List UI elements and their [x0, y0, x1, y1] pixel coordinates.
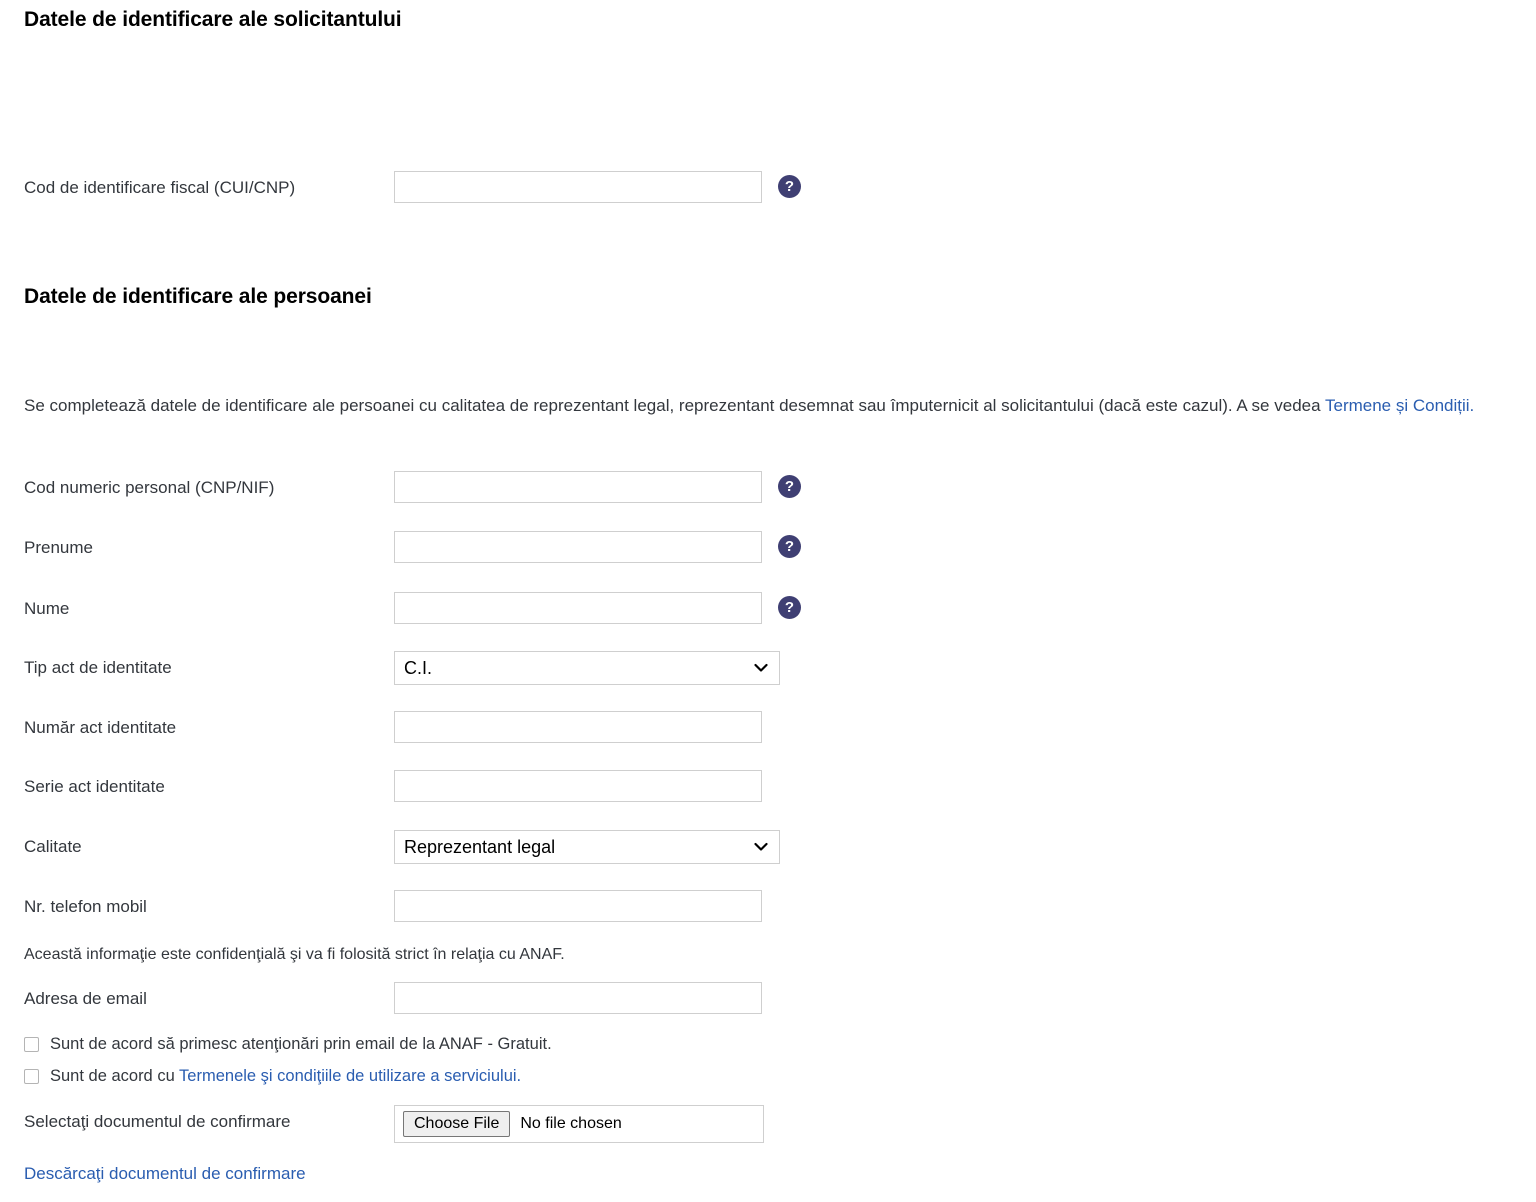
label-nume: Nume: [24, 599, 70, 618]
checkbox-terms[interactable]: [24, 1068, 39, 1084]
section-heading-person: Datele de identificare ale persoanei: [24, 285, 372, 308]
label-numar-act-identitate: Număr act identitate: [24, 718, 177, 737]
select-tip-act-identitate[interactable]: C.I.: [394, 651, 780, 685]
checkbox-label-terms: Sunt de acord cu Termenele şi condiţiile…: [50, 1067, 521, 1086]
input-prenume[interactable]: [394, 531, 762, 563]
label-cod-numeric-personal: Cod numeric personal (CNP/NIF): [24, 478, 275, 497]
choose-file-button[interactable]: Choose File: [403, 1111, 511, 1137]
select-tip-act-identitate-value: C.I.: [404, 657, 433, 678]
label-selectati-document-confirmare: Selectaţi documentul de confirmare: [24, 1112, 291, 1131]
input-nr-telefon-mobil[interactable]: [394, 890, 762, 922]
chevron-down-icon: [754, 842, 768, 851]
terms-and-conditions-link[interactable]: Termene și Condiții.: [1325, 396, 1474, 415]
select-calitate[interactable]: Reprezentant legal: [394, 830, 780, 864]
checkbox-row-email-notifications[interactable]: Sunt de acord să primesc atenţionări pri…: [24, 1033, 552, 1055]
file-status-text: No file chosen: [520, 1115, 622, 1132]
input-adresa-email[interactable]: [394, 982, 762, 1014]
label-serie-act-identitate: Serie act identitate: [24, 777, 165, 796]
terms-of-use-link[interactable]: Termenele şi condiţiile de utilizare a s…: [179, 1067, 521, 1085]
label-adresa-email: Adresa de email: [24, 989, 147, 1008]
input-cod-numeric-personal[interactable]: [394, 471, 762, 503]
input-cod-identificare-fiscal[interactable]: [394, 171, 762, 203]
input-numar-act-identitate[interactable]: [394, 711, 762, 743]
section-heading-applicant: Datele de identificare ale solicitantulu…: [24, 8, 402, 31]
chevron-down-icon: [754, 663, 768, 672]
anaf-registration-form: Datele de identificare ale solicitantulu…: [0, 0, 1536, 1202]
input-serie-act-identitate[interactable]: [394, 770, 762, 802]
file-input-document-confirmare[interactable]: Choose File No file chosen: [394, 1105, 764, 1143]
label-tip-act-identitate: Tip act de identitate: [24, 658, 172, 677]
input-nume[interactable]: [394, 592, 762, 624]
checkbox-row-terms[interactable]: Sunt de acord cu Termenele şi condiţiile…: [24, 1065, 521, 1087]
label-prenume: Prenume: [24, 538, 93, 557]
select-calitate-value: Reprezentant legal: [404, 836, 556, 857]
intro-paragraph: Se completează datele de identificare al…: [24, 392, 1534, 420]
label-cod-identificare-fiscal: Cod de identificare fiscal (CUI/CNP): [24, 178, 296, 197]
label-calitate: Calitate: [24, 837, 82, 856]
help-question-icon[interactable]: ?: [778, 535, 801, 558]
label-nr-telefon-mobil: Nr. telefon mobil: [24, 897, 147, 916]
checkbox-label-email-notifications: Sunt de acord să primesc atenţionări pri…: [50, 1034, 552, 1053]
help-question-icon[interactable]: ?: [778, 175, 801, 198]
checkbox-label-terms-prefix: Sunt de acord cu: [50, 1066, 180, 1085]
download-confirmation-document-link[interactable]: Descărcaţi documentul de confirmare: [24, 1164, 306, 1184]
intro-paragraph-text: Se completează datele de identificare al…: [24, 396, 1325, 415]
checkbox-email-notifications[interactable]: [24, 1036, 39, 1052]
help-question-icon[interactable]: ?: [778, 596, 801, 619]
help-question-icon[interactable]: ?: [778, 475, 801, 498]
confidential-note: Această informaţie este confidenţială şi…: [24, 946, 565, 963]
